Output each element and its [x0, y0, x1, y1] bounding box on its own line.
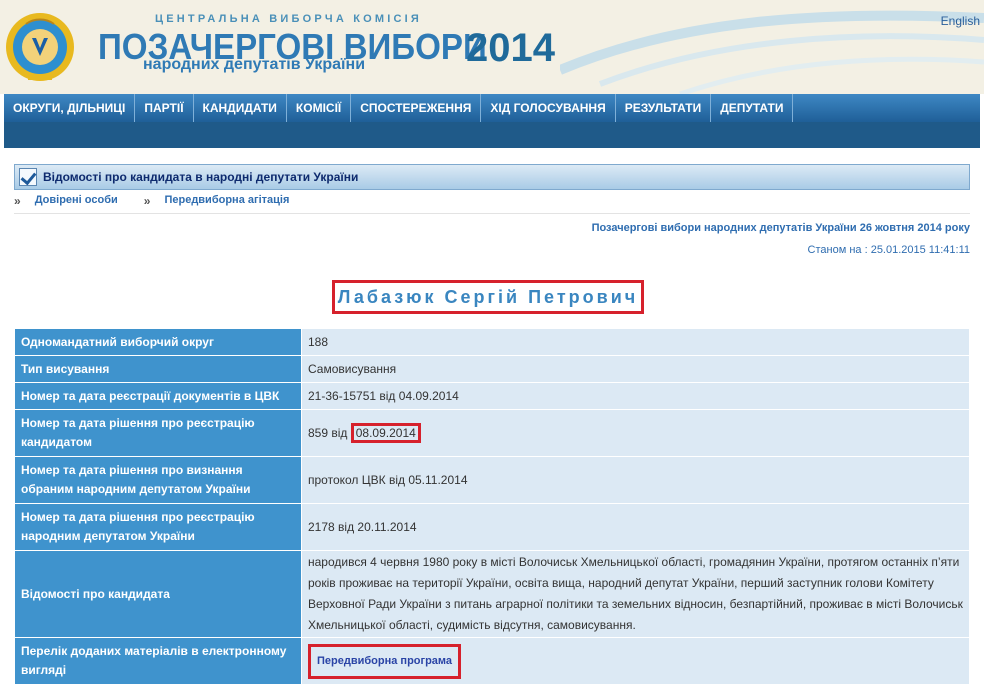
row-label: Номер та дата реєстрації документів в ЦВ…	[15, 383, 301, 409]
nav-item-observation[interactable]: СПОСТЕРЕЖЕННЯ	[351, 94, 482, 122]
registration-number: 859 від	[308, 425, 351, 440]
row-value: народився 4 червня 1980 року в місті Вол…	[302, 551, 969, 637]
trusted-persons-link[interactable]: Довірені особи	[35, 194, 118, 213]
nav-item-results[interactable]: РЕЗУЛЬТАТИ	[616, 94, 712, 122]
row-label: Номер та дата рішення про реєстрацію нар…	[15, 504, 301, 550]
row-value: Передвиборна програма	[302, 638, 969, 684]
double-arrow-icon: »	[14, 194, 21, 208]
table-row: Відомості про кандидата народився 4 черв…	[15, 551, 969, 637]
candidate-info-table: Одномандатний виборчий округ 188 Тип вис…	[14, 328, 970, 685]
header-swoosh-decoration	[560, 10, 984, 94]
table-row: Одномандатний виборчий округ 188	[15, 329, 969, 355]
row-value: 859 від 08.09.2014	[302, 410, 969, 456]
nav-item-parties[interactable]: ПАРТІЇ	[135, 94, 194, 122]
double-arrow-icon: »	[143, 194, 151, 208]
campaign-program-link[interactable]: Передвиборна програма	[308, 643, 462, 679]
table-row: Номер та дата рішення про реєстрацію нар…	[15, 504, 969, 550]
row-label: Номер та дата рішення про визнання обран…	[15, 457, 301, 503]
row-value: 2178 від 20.11.2014	[302, 504, 969, 550]
table-row: Тип висування Самовисування	[15, 356, 969, 382]
table-row: Номер та дата рішення про реєстрацію кан…	[15, 410, 969, 456]
table-row: Перелік доданих матеріалів в електронном…	[15, 638, 969, 684]
row-value: 188	[302, 329, 969, 355]
candidate-sub-links: » Довірені особи » Передвиборна агітація	[14, 194, 970, 214]
row-value: Самовисування	[302, 356, 969, 382]
row-label: Номер та дата рішення про реєстрацію кан…	[15, 410, 301, 456]
row-label: Тип висування	[15, 356, 301, 382]
english-language-link[interactable]: English	[941, 14, 980, 28]
candidate-name: Лабазюк Сергій Петрович	[332, 280, 644, 314]
elections-year: 2014	[466, 26, 555, 70]
elections-subtitle: народних депутатів України	[143, 56, 366, 73]
table-row: Номер та дата рішення про визнання обран…	[15, 457, 969, 503]
row-label: Перелік доданих матеріалів в електронном…	[15, 638, 301, 684]
commission-name: ЦЕНТРАЛЬНА ВИБОРЧА КОМІСІЯ	[155, 13, 423, 25]
nav-item-voting-progress[interactable]: ХІД ГОЛОСУВАННЯ	[481, 94, 616, 122]
row-label: Відомості про кандидата	[15, 551, 301, 637]
campaigning-link[interactable]: Передвиборна агітація	[164, 194, 289, 213]
nav-item-districts[interactable]: ОКРУГИ, ДІЛЬНИЦІ	[4, 94, 136, 122]
nav-item-deputies[interactable]: ДЕПУТАТИ	[711, 94, 794, 122]
cvk-emblem-icon[interactable]	[4, 4, 76, 90]
main-navigation: ОКРУГИ, ДІЛЬНИЦІ ПАРТІЇ КАНДИДАТИ КОМІСІ…	[4, 94, 980, 122]
nav-item-commissions[interactable]: КОМІСІЇ	[287, 94, 352, 122]
table-row: Номер та дата реєстрації документів в ЦВ…	[15, 383, 969, 409]
nav-item-candidates[interactable]: КАНДИДАТИ	[194, 94, 287, 122]
candidate-info-bar: Відомості про кандидата в народні депута…	[14, 164, 970, 190]
election-title: Позачергові вибори народних депутатів Ук…	[591, 222, 970, 234]
sub-navigation-bar	[4, 122, 980, 148]
checkbox-icon	[19, 168, 37, 186]
row-value: 21-36-15751 від 04.09.2014	[302, 383, 969, 409]
row-label: Одномандатний виборчий округ	[15, 329, 301, 355]
registration-date-highlight: 08.09.2014	[350, 422, 421, 443]
row-value: протокол ЦВК від 05.11.2014	[302, 457, 969, 503]
as-of-timestamp: Станом на : 25.01.2015 11:41:11	[807, 244, 970, 256]
info-bar-label: Відомості про кандидата в народні депута…	[43, 170, 359, 184]
site-header: ЦЕНТРАЛЬНА ВИБОРЧА КОМІСІЯ ПОЗАЧЕРГОВІ В…	[0, 0, 984, 94]
